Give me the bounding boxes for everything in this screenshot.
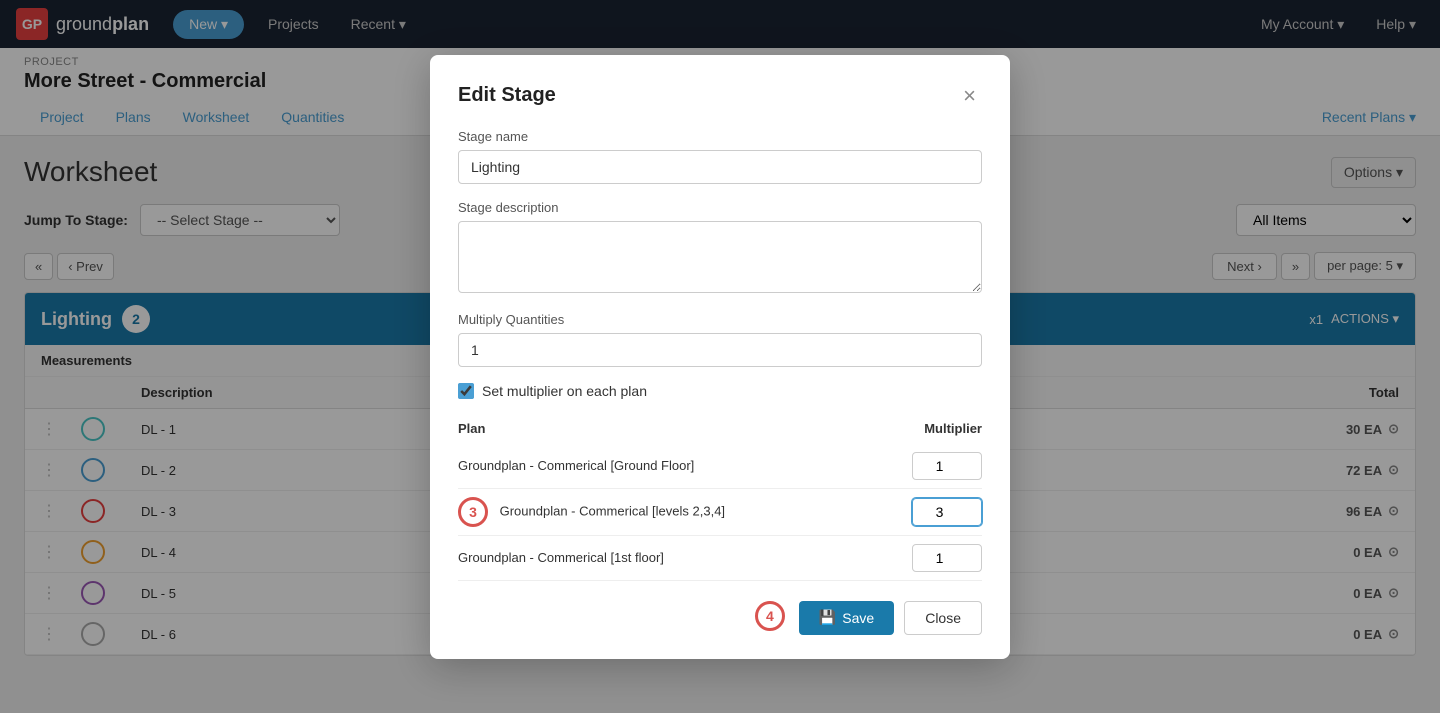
multiplier-col-header: Multiplier [873,415,982,444]
multiplier-cell-3 [873,544,982,572]
plan-name-2: 3 Groundplan - Commerical [levels 2,3,4] [458,488,873,535]
multiply-group: Multiply Quantities [458,312,982,367]
multiply-label: Multiply Quantities [458,312,982,327]
close-modal-button[interactable]: Close [904,601,982,635]
plan-name-3: Groundplan - Commerical [1st floor] [458,535,873,580]
multiply-input[interactable] [458,333,982,367]
modal-title: Edit Stage [458,84,556,107]
checkbox-row: Set multiplier on each plan [458,383,982,399]
multiplier-input-3[interactable] [912,544,982,572]
set-multiplier-checkbox[interactable] [458,383,474,399]
stage-name-input[interactable] [458,150,982,184]
save-label: Save [842,610,874,626]
multiplier-input-1[interactable] [912,452,982,480]
plan-row-2: 3 Groundplan - Commerical [levels 2,3,4] [458,488,982,535]
modal-overlay[interactable]: Edit Stage × Stage name Stage descriptio… [0,0,1440,713]
multiplier-cell-2 [873,498,982,526]
edit-stage-modal: Edit Stage × Stage name Stage descriptio… [430,55,1010,659]
step3-badge: 3 [458,497,488,527]
checkbox-label: Set multiplier on each plan [482,383,647,399]
modal-header: Edit Stage × [458,83,982,109]
stage-name-label: Stage name [458,129,982,144]
step4-badge: 4 [755,601,785,631]
plan-col-header: Plan [458,415,873,444]
plan-row-3: Groundplan - Commerical [1st floor] [458,535,982,580]
stage-desc-input[interactable] [458,221,982,293]
save-button[interactable]: 💾 Save [799,601,894,635]
multiplier-input-2[interactable] [912,498,982,526]
save-icon: 💾 [819,609,836,626]
multiplier-cell-1 [873,452,982,480]
plan-row-1: Groundplan - Commerical [Ground Floor] [458,444,982,489]
modal-footer: 4 💾 Save Close [458,601,982,635]
modal-close-button[interactable]: × [957,83,982,109]
stage-desc-group: Stage description [458,200,982,296]
stage-name-group: Stage name [458,129,982,184]
stage-desc-label: Stage description [458,200,982,215]
plan-name-1: Groundplan - Commerical [Ground Floor] [458,444,873,489]
plan-table: Plan Multiplier Groundplan - Commerical … [458,415,982,581]
